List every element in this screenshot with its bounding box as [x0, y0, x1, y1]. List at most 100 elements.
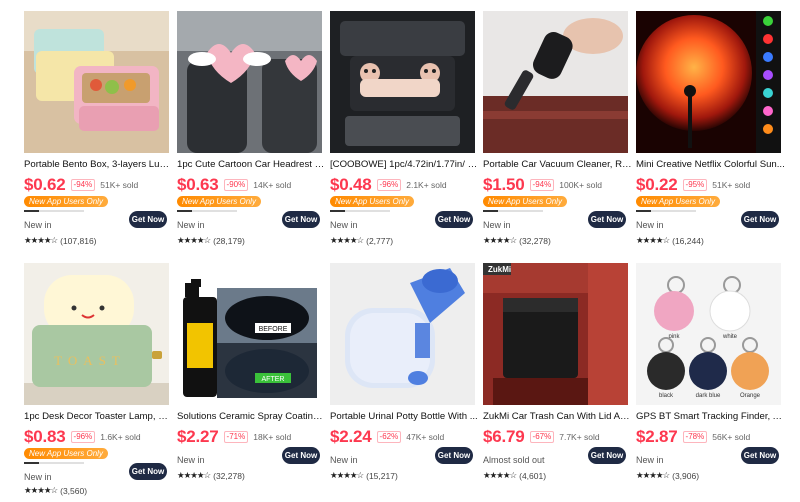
product-card[interactable]: 1pc Cute Cartoon Car Headrest Pil... $0.…	[177, 11, 327, 251]
price-row: $0.62 -94% 51K+ sold	[24, 175, 138, 195]
sold-count: 47K+ sold	[406, 432, 445, 442]
get-now-button[interactable]: Get Now	[129, 211, 167, 228]
sold-count: 7.7K+ sold	[559, 432, 600, 442]
rating: ★★★★☆ (15,217)	[330, 470, 398, 481]
price: $2.24	[330, 427, 372, 446]
ceramic-spray-image[interactable]: BEFORE AFTER	[177, 263, 322, 405]
promo-badge: New App Users Only	[177, 196, 261, 207]
rating: ★★★★☆ (32,278)	[177, 470, 245, 481]
promo-badge: New App Users Only	[24, 196, 108, 207]
product-title[interactable]: GPS BT Smart Tracking Finder, Ant...	[636, 411, 786, 422]
label-black: black	[659, 393, 674, 399]
get-now-button[interactable]: Get Now	[282, 211, 320, 228]
product-title[interactable]: Portable Urinal Potty Bottle With ...	[330, 411, 480, 422]
rating: ★★★★☆ (3,560)	[24, 485, 87, 496]
product-title[interactable]: [COOBOWE] 1pc/4.72in/1.77in/ C...	[330, 159, 480, 170]
price-row: $2.24 -62% 47K+ sold	[330, 427, 444, 447]
progress-bar	[24, 462, 84, 464]
get-now-button[interactable]: Get Now	[129, 463, 167, 480]
rating: ★★★★☆ (16,244)	[636, 235, 704, 246]
product-card[interactable]: Portable Urinal Potty Bottle With ... $2…	[330, 263, 478, 498]
phone-holder-illustration	[330, 11, 475, 153]
price-row: $2.87 -78% 56K+ sold	[636, 427, 750, 447]
rating: ★★★★☆ (32,278)	[483, 235, 551, 246]
sold-count: 51K+ sold	[712, 180, 751, 190]
zukmi-logo: ZukMi	[488, 265, 511, 274]
get-now-button[interactable]: Get Now	[282, 447, 320, 464]
promo-badge: New App Users Only	[24, 448, 108, 459]
price: $6.79	[483, 427, 525, 446]
tracker-image[interactable]: pink white black dark blue Orange	[636, 263, 781, 405]
product-title[interactable]: Portable Car Vacuum Cleaner, Rec...	[483, 159, 633, 170]
get-now-button[interactable]: Get Now	[741, 211, 779, 228]
product-card[interactable]: BEFORE AFTER Solutions Ceramic Spray Coa…	[177, 263, 327, 498]
progress-bar	[483, 210, 543, 212]
price-row: $6.79 -67% 7.7K+ sold	[483, 427, 600, 447]
after-label: AFTER	[262, 376, 285, 383]
get-now-button[interactable]: Get Now	[588, 447, 626, 464]
bento-box-image[interactable]	[24, 11, 169, 153]
product-card[interactable]: Mini Creative Netflix Colorful Sun... $0…	[636, 11, 785, 251]
bento-box-illustration	[24, 11, 169, 153]
car-phone-holder-image[interactable]	[330, 11, 475, 153]
status-label: New in	[24, 472, 52, 482]
star-rating-icon: ★★★★☆	[177, 235, 211, 245]
product-card[interactable]: [COOBOWE] 1pc/4.72in/1.77in/ C... $0.48 …	[330, 11, 480, 251]
product-grid: Portable Bento Box, 3-layers Lunc... $0.…	[0, 0, 800, 502]
sunset-lamp-image[interactable]	[636, 11, 781, 153]
price-row: $2.27 -71% 18K+ sold	[177, 427, 291, 447]
rating: ★★★★☆ (2,777)	[330, 235, 393, 246]
sold-count: 1.6K+ sold	[100, 432, 141, 442]
status-label: Almost sold out	[483, 455, 545, 465]
status-label: New in	[636, 220, 664, 230]
status-label: New in	[24, 220, 52, 230]
review-count: (4,601)	[519, 470, 547, 481]
review-count: (3,560)	[60, 485, 88, 496]
car-vacuum-image[interactable]	[483, 11, 628, 153]
get-now-button[interactable]: Get Now	[588, 211, 626, 228]
product-title[interactable]: Solutions Ceramic Spray Coating, ...	[177, 411, 327, 422]
progress-bar	[330, 210, 390, 212]
get-now-button[interactable]: Get Now	[435, 447, 473, 464]
product-card[interactable]: Portable Bento Box, 3-layers Lunc... $0.…	[24, 11, 174, 251]
discount-badge: -90%	[223, 179, 249, 191]
product-card[interactable]: pink white black dark blue Orange GPS BT…	[636, 263, 786, 498]
urinal-bottle-image[interactable]	[330, 263, 475, 405]
product-title[interactable]: Mini Creative Netflix Colorful Sun...	[636, 159, 786, 170]
star-rating-icon: ★★★★☆	[483, 235, 517, 245]
product-title[interactable]: 1pc Desk Decor Toaster Lamp, Rec...	[24, 411, 174, 422]
status-label: New in	[177, 455, 205, 465]
review-count: (15,217)	[366, 470, 398, 481]
price: $2.87	[636, 427, 678, 446]
get-now-button[interactable]: Get Now	[741, 447, 779, 464]
sold-count: 100K+ sold	[559, 180, 603, 190]
review-count: (28,179)	[213, 235, 245, 246]
discount-badge: -78%	[682, 431, 708, 443]
discount-badge: -96%	[70, 431, 96, 443]
star-rating-icon: ★★★★☆	[177, 470, 211, 480]
review-count: (32,278)	[213, 470, 245, 481]
price-row: $0.22 -95% 51K+ sold	[636, 175, 750, 195]
price-row: $0.63 -90% 14K+ sold	[177, 175, 291, 195]
car-trash-can-image[interactable]: ZukMi	[483, 263, 628, 405]
promo-badge: New App Users Only	[330, 196, 414, 207]
get-now-button[interactable]: Get Now	[435, 211, 473, 228]
toaster-lamp-image[interactable]: TOAST	[24, 263, 169, 405]
product-title[interactable]: 1pc Cute Cartoon Car Headrest Pil...	[177, 159, 327, 170]
tracker-illustration: pink white black dark blue Orange	[636, 263, 781, 405]
product-title[interactable]: Portable Bento Box, 3-layers Lunc...	[24, 159, 174, 170]
price: $0.63	[177, 175, 219, 194]
product-title[interactable]: ZukMi Car Trash Can With Lid And...	[483, 411, 633, 422]
label-white: white	[722, 334, 738, 340]
price: $0.48	[330, 175, 372, 194]
price-row: $0.83 -96% 1.6K+ sold	[24, 427, 141, 447]
product-card[interactable]: ZukMi ZukMi Car Trash Can With Lid And..…	[483, 263, 633, 498]
car-trash-can-illustration: ZukMi	[483, 263, 628, 405]
sold-count: 18K+ sold	[253, 432, 292, 442]
car-headrest-pillow-image[interactable]	[177, 11, 322, 153]
rating: ★★★★☆ (3,906)	[636, 470, 699, 481]
product-card[interactable]: Portable Car Vacuum Cleaner, Rec... $1.5…	[483, 11, 633, 251]
review-count: (3,906)	[672, 470, 700, 481]
product-card[interactable]: TOAST 1pc Desk Decor Toaster Lamp, Rec..…	[24, 263, 174, 498]
sold-count: 56K+ sold	[712, 432, 751, 442]
